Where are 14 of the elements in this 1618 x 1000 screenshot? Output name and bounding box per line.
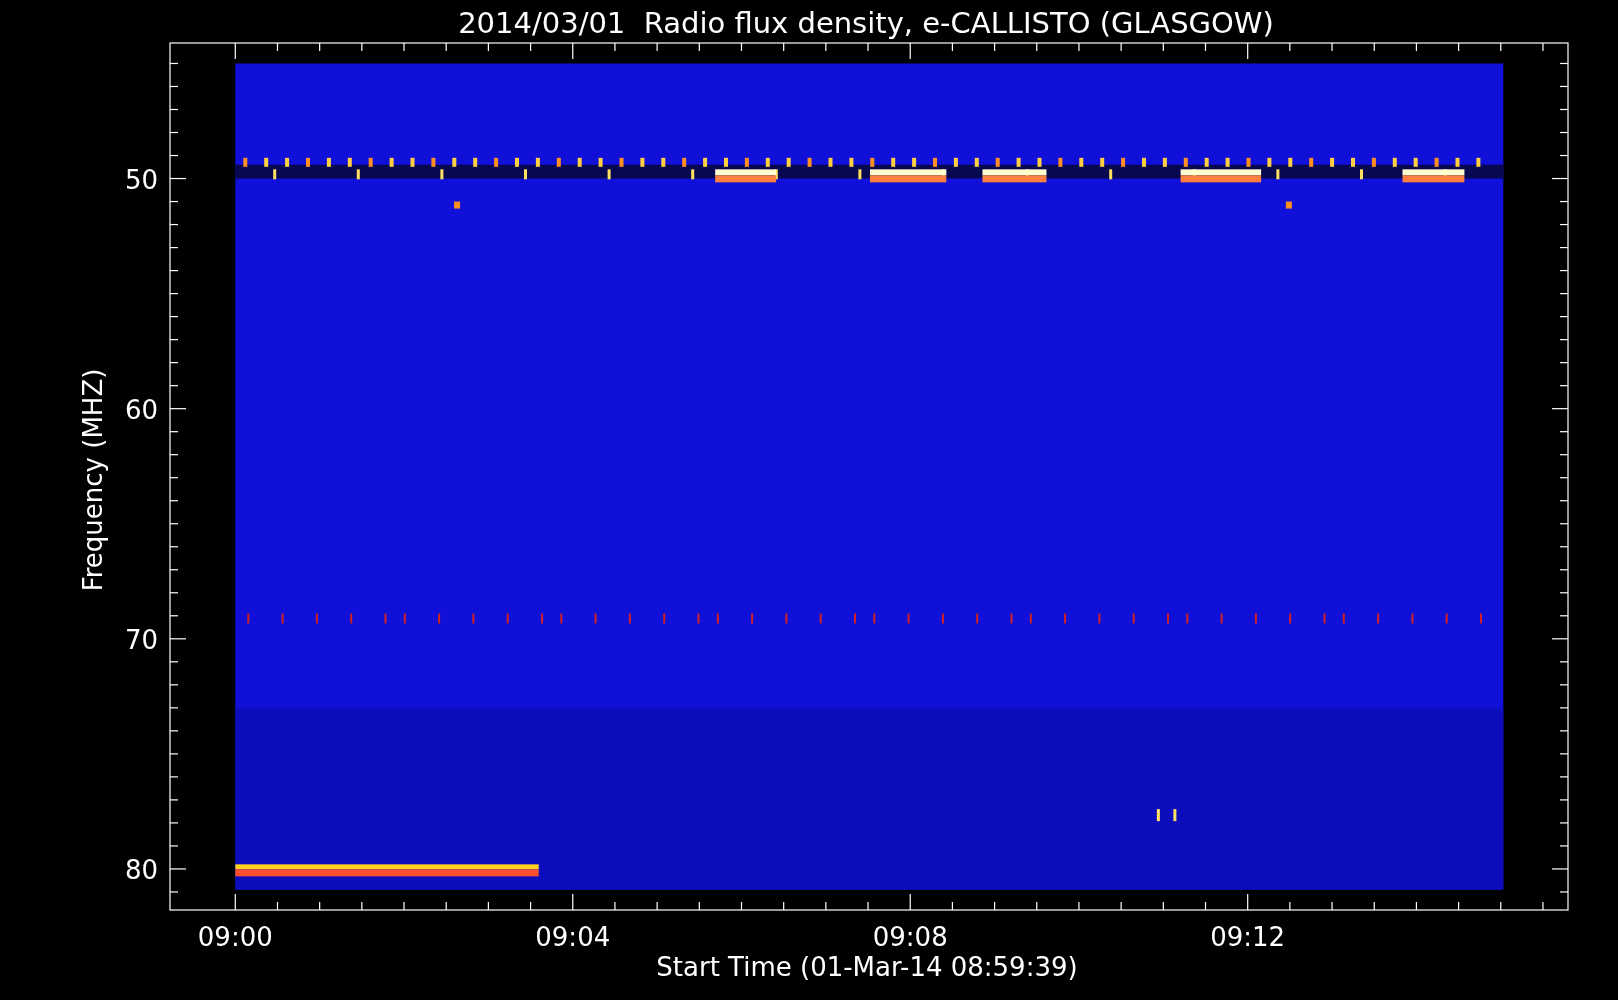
signal-spot — [1285, 201, 1292, 209]
y-axis-label: Frequency (MHZ) — [78, 368, 108, 592]
y-tick-label: 80 — [124, 854, 158, 885]
y-tick-label: 60 — [124, 394, 158, 425]
signal-spikes — [1156, 809, 1177, 822]
y-tick-label: 70 — [124, 624, 158, 655]
chart-title: 2014/03/01 Radio flux density, e-CALLISTO (GLASGOW) — [458, 6, 1274, 40]
x-tick-label: 09:00 — [197, 922, 273, 952]
y-tick-label: 50 — [124, 164, 158, 195]
x-tick-label: 09:08 — [872, 922, 948, 952]
x-axis-label: Start Time (01-Mar-14 08:59:39) — [656, 952, 1078, 982]
signal-spot — [454, 201, 461, 209]
x-tick-label: 09:04 — [535, 922, 611, 952]
x-tick-label: 09:12 — [1210, 922, 1286, 952]
